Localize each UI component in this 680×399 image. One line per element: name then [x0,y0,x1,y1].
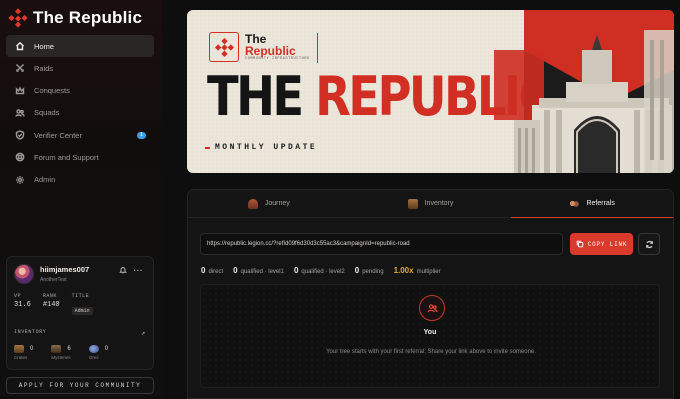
sidebar-item-label: Home [34,41,55,51]
chest-icon [407,198,418,209]
tab-journey[interactable]: Journey [188,190,350,217]
inventory-item-ores[interactable]: 0 Ores [88,345,108,360]
title-badge: Admin [71,307,93,315]
referral-tree: You Your tree starts with your first ref… [200,284,660,388]
mystery-box-icon [51,345,62,353]
profile-username: hiimjames007 [40,265,90,274]
sidebar-item-forum-and-support[interactable]: Forum and Support [6,146,154,168]
referrals-panel: Journey Inventory Referrals https://repu… [187,189,674,399]
brand-logo-icon [8,8,28,28]
sidebar-item-verifier-center[interactable]: Verifier Center 1 [6,124,154,146]
you-label: You [423,329,437,336]
sidebar-item-admin[interactable]: Admin [6,169,154,191]
referral-link-field[interactable]: https://republic.legion.cc/?refId09f6d30… [200,233,563,255]
refresh-button[interactable] [638,233,660,255]
stat-rank: RANK #140 [42,293,60,309]
brand-name: The Republic [33,8,143,27]
sidebar-item-label: Verifier Center [34,130,82,140]
hero-logo: The Republic COMMUNITY INFRASTRUCTURE [209,32,310,62]
journey-icon [247,198,258,209]
gear-icon [15,175,25,185]
bell-icon[interactable] [119,266,127,276]
hero-subtitle: MONTHLY UPDATE [204,143,318,152]
inventory-item-mysteries[interactable]: 6 Mysteries [51,345,71,360]
shield-check-icon [15,130,25,140]
profile-card: hiimjames007 AnotherTest ··· VP 31.6 RAN… [6,256,154,370]
avatar[interactable] [14,264,34,284]
tab-bar: Journey Inventory Referrals [188,190,673,218]
refresh-icon [645,240,653,248]
brand[interactable]: The Republic [8,8,143,28]
stat-multiplier: 1.00x multiplier [393,266,441,275]
sidebar: The Republic Home Raids Conquests Squads… [0,0,162,399]
crate-icon [14,345,24,353]
hero-banner: The Republic COMMUNITY INFRASTRUCTURE TH… [187,10,674,173]
tab-referrals[interactable]: Referrals [511,190,673,218]
referral-stats: 0 direct 0 qualified · level1 0 qualified ·… [201,266,441,275]
stat-direct: 0 direct [201,266,224,275]
inventory-item-crates[interactable]: 0 Crates [14,345,33,360]
more-options-icon[interactable]: ··· [134,266,144,275]
apply-for-community-button[interactable]: APPLY FOR YOUR COMMUNITY [6,377,154,394]
external-link-icon[interactable]: ↗ [141,329,146,338]
sidebar-item-squads[interactable]: Squads [6,102,154,124]
sidebar-item-label: Conquests [34,86,70,96]
stat-qualified-level1: 0 qualified · level1 [233,266,284,275]
copy-icon [576,240,583,248]
sidebar-item-conquests[interactable]: Conquests [6,80,154,102]
sidebar-nav: Home Raids Conquests Squads Verifier Cen… [6,35,154,191]
classical-building-illustration [494,10,674,173]
ore-icon [88,345,99,353]
sidebar-item-label: Raids [34,63,54,73]
empty-tree-message: Your tree starts with your first referra… [326,349,536,355]
profile-subtitle: AnotherTest [40,277,67,283]
sidebar-item-label: Forum and Support [34,152,99,162]
home-icon [15,41,25,51]
stat-pending: 0 pending [354,266,384,275]
referrals-icon [569,198,580,209]
support-icon [15,152,25,162]
stat-vp: VP 31.6 [14,293,31,309]
republic-logo-icon [209,32,239,62]
sidebar-item-raids[interactable]: Raids [6,57,154,79]
sidebar-item-label: Squads [34,108,60,118]
sidebar-item-home[interactable]: Home [6,35,154,57]
stat-title: TITLE Admin [71,293,93,317]
sidebar-item-label: Admin [34,175,56,185]
users-icon [15,108,25,118]
tab-inventory[interactable]: Inventory [350,190,512,217]
stat-qualified-level2: 0 qualified · level2 [293,266,345,275]
notification-badge: 1 [137,131,146,139]
inventory-label: INVENTORY [14,329,47,335]
swords-icon [15,63,25,73]
copy-link-button[interactable]: COPY LINK [570,233,633,255]
user-node-icon[interactable] [419,295,445,321]
crown-icon [15,86,25,96]
